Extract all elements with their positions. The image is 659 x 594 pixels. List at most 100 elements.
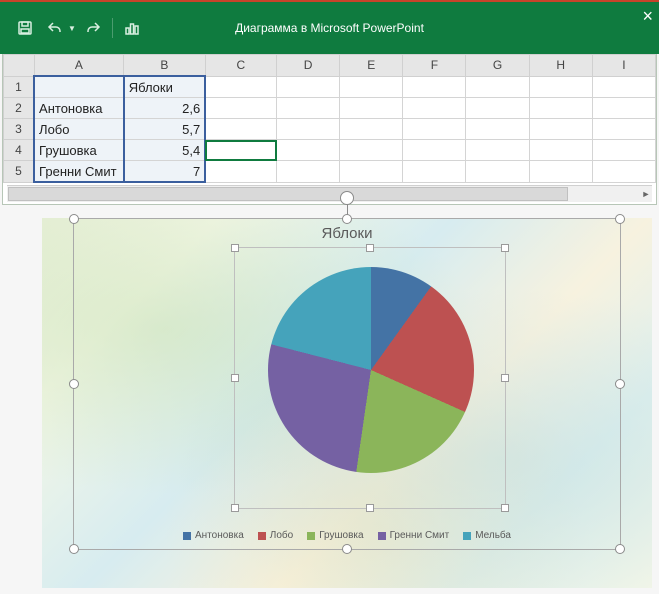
cell[interactable]: [466, 76, 529, 98]
resize-handle[interactable]: [615, 214, 625, 224]
resize-handle[interactable]: [69, 214, 79, 224]
cell[interactable]: [529, 161, 592, 183]
cell[interactable]: [529, 98, 592, 119]
cell[interactable]: [403, 119, 466, 140]
col-header[interactable]: C: [205, 55, 276, 77]
resize-handle[interactable]: [342, 214, 352, 224]
cell[interactable]: [277, 161, 340, 183]
cell[interactable]: Грушовка: [34, 140, 124, 161]
legend-item[interactable]: Грушовка: [307, 530, 363, 541]
cell[interactable]: [403, 161, 466, 183]
undo-dropdown-icon[interactable]: ▼: [68, 24, 76, 33]
col-header[interactable]: I: [592, 55, 655, 77]
table-row[interactable]: 2 Антоновка 2,6: [4, 98, 656, 119]
col-header[interactable]: F: [403, 55, 466, 77]
cell[interactable]: [34, 76, 124, 98]
save-button[interactable]: [12, 15, 38, 41]
close-icon[interactable]: ×: [642, 6, 653, 27]
cell[interactable]: [205, 119, 276, 140]
legend-item[interactable]: Лобо: [258, 530, 293, 541]
scroll-right-icon[interactable]: ►: [638, 186, 654, 202]
cell[interactable]: Гренни Смит: [34, 161, 124, 183]
resize-handle[interactable]: [501, 374, 509, 382]
cell[interactable]: [529, 76, 592, 98]
undo-button[interactable]: [42, 15, 68, 41]
pie-chart[interactable]: [268, 267, 474, 473]
cell[interactable]: [277, 140, 340, 161]
cell[interactable]: [340, 140, 403, 161]
rotate-handle[interactable]: [340, 191, 354, 205]
scroll-thumb[interactable]: [8, 187, 568, 201]
cell[interactable]: [205, 98, 276, 119]
table-row[interactable]: 1 Яблоки: [4, 76, 656, 98]
cell[interactable]: [466, 140, 529, 161]
cell[interactable]: [403, 140, 466, 161]
cell[interactable]: [466, 119, 529, 140]
redo-button[interactable]: [80, 15, 106, 41]
resize-handle[interactable]: [69, 379, 79, 389]
cell[interactable]: [592, 119, 655, 140]
cell[interactable]: 5,7: [124, 119, 206, 140]
resize-handle[interactable]: [342, 544, 352, 554]
cell[interactable]: [277, 98, 340, 119]
table-row[interactable]: 4 Грушовка 5,4: [4, 140, 656, 161]
resize-handle[interactable]: [615, 544, 625, 554]
cell[interactable]: Яблоки: [124, 76, 206, 98]
slide-canvas[interactable]: Яблоки Антоновка Лобо Грушовка Гренни Смит М…: [42, 218, 652, 588]
row-header[interactable]: 1: [4, 76, 35, 98]
resize-handle[interactable]: [501, 504, 509, 512]
row-header[interactable]: 5: [4, 161, 35, 183]
cell[interactable]: [340, 76, 403, 98]
cell[interactable]: 2,6: [124, 98, 206, 119]
chart-title[interactable]: Яблоки: [74, 225, 620, 242]
cell[interactable]: 7: [124, 161, 206, 183]
legend-item[interactable]: Мельба: [463, 530, 511, 541]
cell[interactable]: [592, 140, 655, 161]
cell[interactable]: [403, 76, 466, 98]
cell[interactable]: [529, 140, 592, 161]
row-header[interactable]: 2: [4, 98, 35, 119]
resize-handle[interactable]: [231, 504, 239, 512]
col-header[interactable]: B: [124, 55, 206, 77]
cell[interactable]: [277, 119, 340, 140]
cell[interactable]: [592, 76, 655, 98]
active-cell[interactable]: [205, 140, 276, 161]
col-header[interactable]: D: [277, 55, 340, 77]
cell[interactable]: [340, 161, 403, 183]
chart-object-frame[interactable]: Яблоки Антоновка Лобо Грушовка Гренни Смит М…: [73, 218, 621, 550]
chart-legend[interactable]: Антоновка Лобо Грушовка Гренни Смит Мельба: [74, 530, 620, 541]
legend-item[interactable]: Гренни Смит: [378, 530, 450, 541]
resize-handle[interactable]: [615, 379, 625, 389]
cell[interactable]: [205, 161, 276, 183]
cell[interactable]: [466, 98, 529, 119]
spreadsheet-grid[interactable]: A B C D E F G H I 1 Яблоки 2 Антоновка 2…: [3, 54, 656, 183]
cell[interactable]: [529, 119, 592, 140]
resize-handle[interactable]: [366, 504, 374, 512]
legend-item[interactable]: Антоновка: [183, 530, 244, 541]
cell[interactable]: [592, 161, 655, 183]
resize-handle[interactable]: [69, 544, 79, 554]
table-row[interactable]: 3 Лобо 5,7: [4, 119, 656, 140]
table-row[interactable]: 5 Гренни Смит 7: [4, 161, 656, 183]
horizontal-scrollbar[interactable]: ◄ ►: [7, 185, 652, 202]
col-header[interactable]: H: [529, 55, 592, 77]
cell[interactable]: [277, 76, 340, 98]
resize-handle[interactable]: [501, 244, 509, 252]
col-header[interactable]: G: [466, 55, 529, 77]
resize-handle[interactable]: [366, 244, 374, 252]
select-all-corner[interactable]: [4, 55, 35, 77]
cell[interactable]: [592, 98, 655, 119]
cell[interactable]: 5,4: [124, 140, 206, 161]
resize-handle[interactable]: [231, 374, 239, 382]
cell[interactable]: Антоновка: [34, 98, 124, 119]
chart-tool-button[interactable]: [119, 15, 145, 41]
row-header[interactable]: 3: [4, 119, 35, 140]
resize-handle[interactable]: [231, 244, 239, 252]
col-header[interactable]: E: [340, 55, 403, 77]
cell[interactable]: [340, 119, 403, 140]
cell[interactable]: [403, 98, 466, 119]
cell[interactable]: Лобо: [34, 119, 124, 140]
col-header[interactable]: A: [34, 55, 124, 77]
cell[interactable]: [340, 98, 403, 119]
row-header[interactable]: 4: [4, 140, 35, 161]
